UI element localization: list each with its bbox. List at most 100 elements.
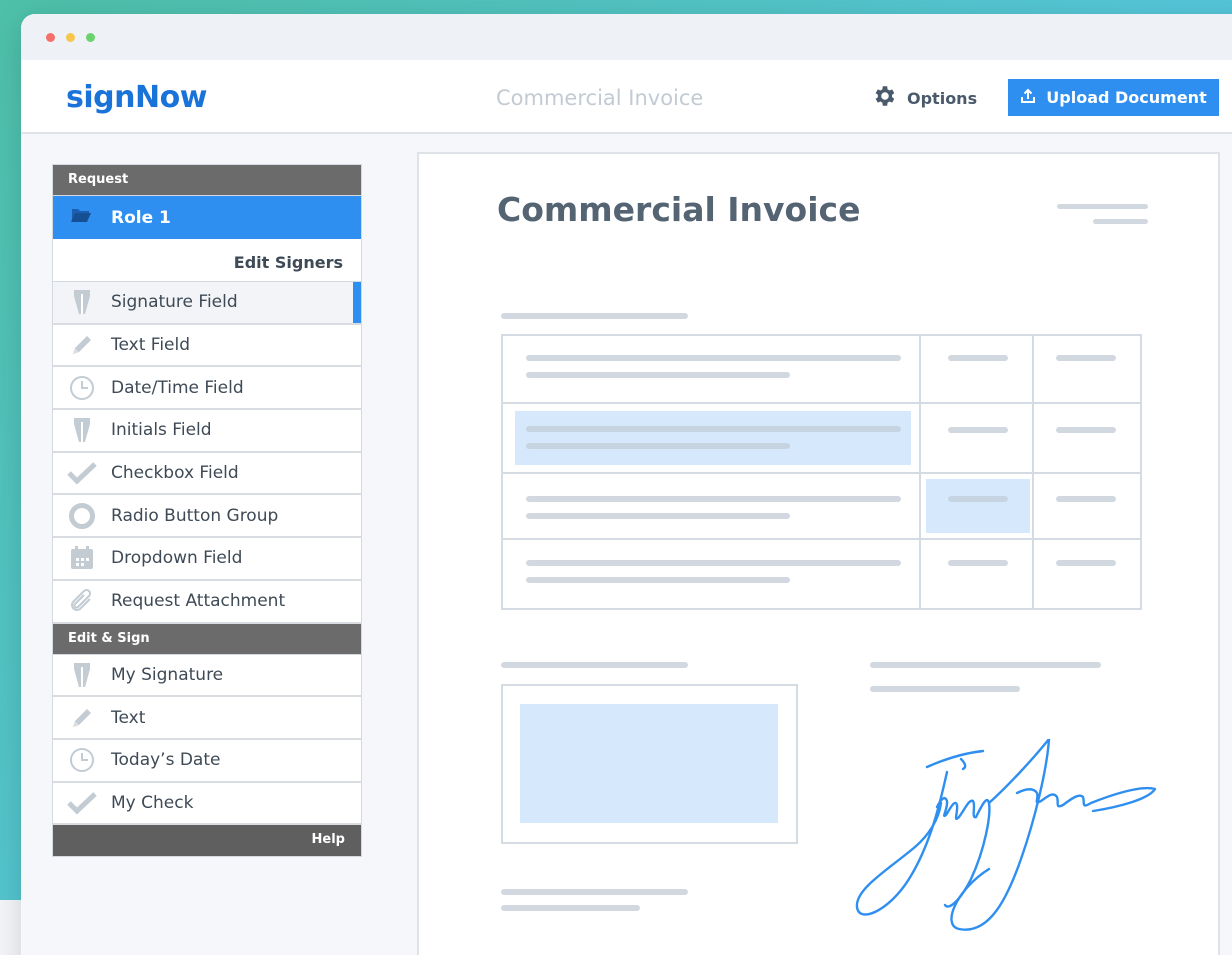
field-sidebar: Request Role 1 Edit Signers Signature Fi… <box>52 164 362 858</box>
options-button[interactable]: Options <box>871 84 977 112</box>
sidebar-item-label: Signature Field <box>111 292 238 313</box>
table-cell-highlighted[interactable] <box>501 402 921 474</box>
request-section-header: Request <box>53 165 361 196</box>
placeholder-line <box>870 662 1101 668</box>
placeholder-line <box>501 889 688 895</box>
edit-sign-section-header: Edit & Sign <box>53 623 361 655</box>
sidebar-item-label: My Signature <box>111 664 224 685</box>
pen-nib-icon <box>53 661 111 689</box>
sidebar-item-label: Request Attachment <box>111 591 286 612</box>
table-cell[interactable] <box>501 538 921 610</box>
placeholder-line <box>526 577 790 583</box>
document-canvas[interactable]: Commercial Invoice <box>417 152 1220 955</box>
sidebar-item-dropdown-field[interactable]: Dropdown Field <box>53 538 361 581</box>
document-title: Commercial Invoice <box>496 86 704 110</box>
clock-icon <box>53 747 111 773</box>
sidebar-item-datetime-field[interactable]: Date/Time Field <box>53 367 361 411</box>
sidebar-item-label: Today’s Date <box>111 750 221 771</box>
role-selector[interactable]: Role 1 <box>53 196 361 239</box>
placeholder-line <box>1056 355 1116 361</box>
table-row <box>501 402 1142 474</box>
sidebar-item-label: Radio Button Group <box>111 505 279 526</box>
table-row <box>501 334 1142 404</box>
gear-icon <box>871 83 907 113</box>
placeholder-line <box>526 355 901 361</box>
sidebar-item-my-signature[interactable]: My Signature <box>53 654 361 698</box>
sidebar-item-radio-button-group[interactable]: Radio Button Group <box>53 495 361 539</box>
placeholder-line <box>1056 560 1116 566</box>
table-cell[interactable] <box>919 538 1034 610</box>
placeholder-line <box>526 372 790 378</box>
edit-signers-link[interactable]: Edit Signers <box>53 239 361 282</box>
document-heading: Commercial Invoice <box>497 190 861 229</box>
placeholder-line <box>501 313 688 319</box>
radio-circle-icon <box>53 502 111 530</box>
checkmark-icon <box>53 461 111 485</box>
sidebar-item-initials-field[interactable]: Initials Field <box>53 410 361 453</box>
placeholder-line <box>1093 219 1148 224</box>
table-cell[interactable] <box>1032 334 1142 404</box>
placeholder-line <box>1057 204 1148 209</box>
pencil-icon <box>53 332 111 358</box>
pen-nib-icon <box>53 416 111 444</box>
paperclip-icon <box>53 587 111 615</box>
folder-icon <box>71 207 111 228</box>
sidebar-item-my-check[interactable]: My Check <box>53 782 361 826</box>
sidebar-item-label: Text Field <box>111 335 191 356</box>
sidebar-item-signature-field[interactable]: Signature Field <box>53 282 361 325</box>
table-cell-highlighted[interactable] <box>919 472 1034 540</box>
upload-document-button[interactable]: Upload Document <box>1008 79 1219 116</box>
invoice-table <box>501 334 1142 610</box>
placeholder-line <box>1056 496 1116 502</box>
table-cell[interactable] <box>1032 538 1142 610</box>
upload-document-label: Upload Document <box>1046 88 1207 107</box>
signature-field-fill <box>520 704 778 823</box>
signature-field-box[interactable] <box>501 684 798 844</box>
placeholder-line <box>870 686 1020 692</box>
field-highlight <box>926 479 1030 533</box>
sidebar-item-label: Text <box>111 707 146 728</box>
placeholder-line <box>948 427 1008 433</box>
table-cell[interactable] <box>1032 472 1142 540</box>
sidebar-item-checkbox-field[interactable]: Checkbox Field <box>53 452 361 496</box>
window-maximize-dot[interactable] <box>86 33 95 42</box>
calendar-icon <box>53 545 111 571</box>
placeholder-line <box>526 496 901 502</box>
sidebar-item-label: Date/Time Field <box>111 377 244 398</box>
upload-icon <box>1020 88 1046 108</box>
field-highlight <box>515 411 911 465</box>
placeholder-line <box>526 513 790 519</box>
checkmark-icon <box>53 791 111 815</box>
sidebar-item-text[interactable]: Text <box>53 697 361 740</box>
sidebar-item-todays-date[interactable]: Today’s Date <box>53 739 361 783</box>
placeholder-line <box>526 560 901 566</box>
placeholder-line <box>948 560 1008 566</box>
sidebar-item-label: My Check <box>111 792 194 813</box>
sidebar-item-request-attachment[interactable]: Request Attachment <box>53 580 361 624</box>
app-header: signNow Commercial Invoice Options Uploa… <box>21 60 1232 134</box>
signnow-logo[interactable]: signNow <box>66 80 207 115</box>
placeholder-line <box>501 905 640 911</box>
placeholder-line <box>526 426 901 432</box>
table-row <box>501 538 1142 610</box>
table-cell[interactable] <box>501 472 921 540</box>
window-close-dot[interactable] <box>46 33 55 42</box>
placeholder-line <box>948 496 1008 502</box>
table-cell[interactable] <box>501 334 921 404</box>
sidebar-item-label: Dropdown Field <box>111 548 243 569</box>
options-label: Options <box>907 88 978 108</box>
window-minimize-dot[interactable] <box>66 33 75 42</box>
pen-nib-icon <box>53 288 111 316</box>
table-cell[interactable] <box>919 334 1034 404</box>
clock-icon <box>53 375 111 401</box>
placeholder-line <box>948 355 1008 361</box>
table-row <box>501 472 1142 540</box>
pencil-icon <box>53 705 111 731</box>
sidebar-item-text-field[interactable]: Text Field <box>53 324 361 368</box>
table-cell[interactable] <box>1032 402 1142 474</box>
placeholder-line <box>1056 427 1116 433</box>
app-window: signNow Commercial Invoice Options Uploa… <box>21 14 1232 955</box>
help-link[interactable]: Help <box>53 825 361 857</box>
sidebar-item-label: Initials Field <box>111 420 212 441</box>
table-cell[interactable] <box>919 402 1034 474</box>
